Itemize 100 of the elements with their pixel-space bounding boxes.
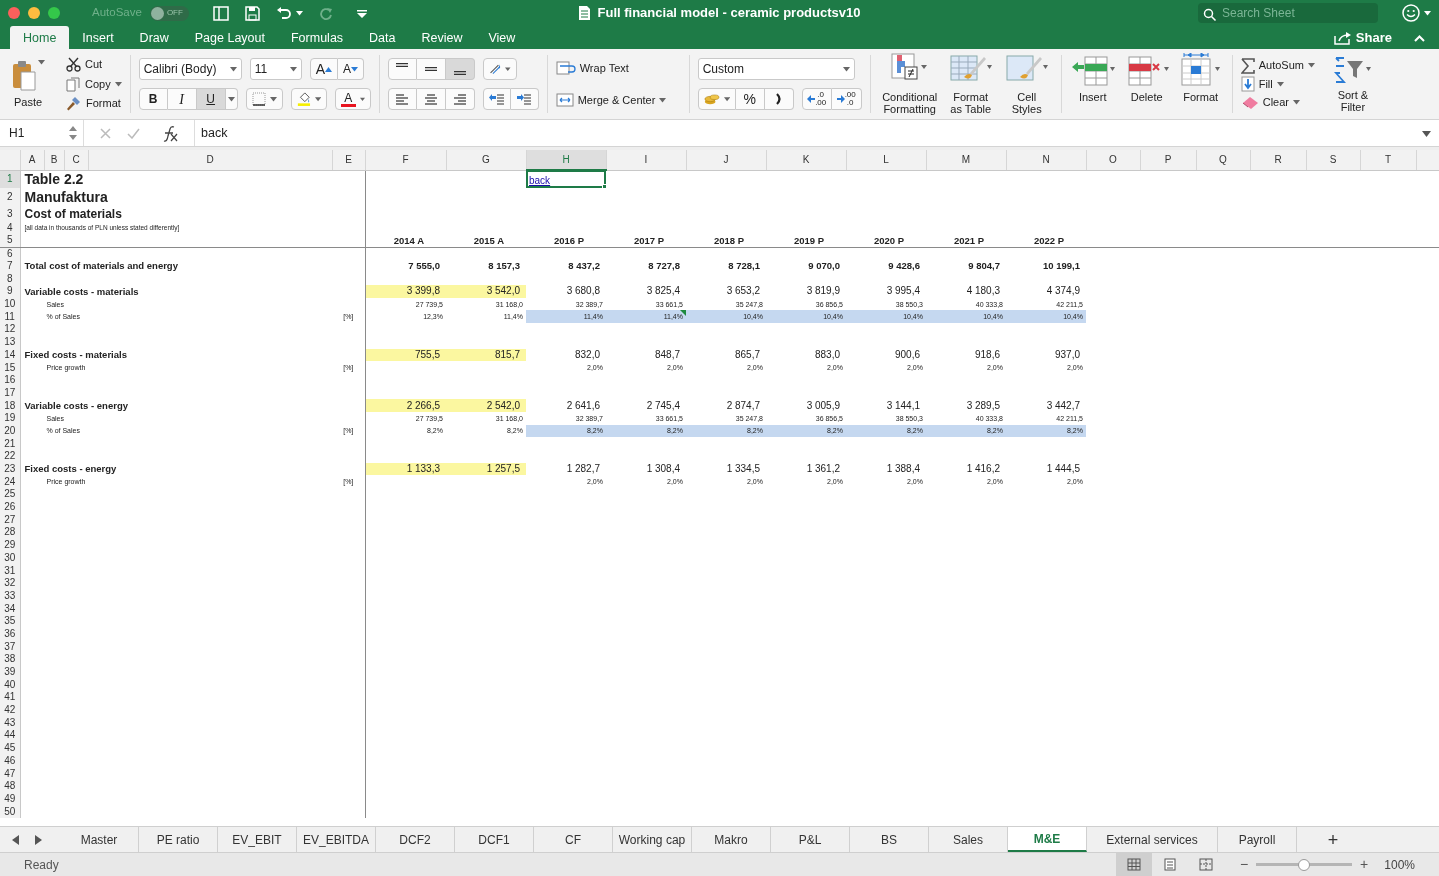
currency-button[interactable] bbox=[697, 88, 736, 110]
ribbon-tab[interactable]: View bbox=[475, 26, 529, 49]
add-sheet-button[interactable]: + bbox=[1313, 827, 1353, 852]
clear-button[interactable]: Clear bbox=[1240, 94, 1315, 111]
copy-button[interactable]: Copy bbox=[66, 75, 122, 93]
increase-decimal-button[interactable]: .0 .00 bbox=[801, 88, 832, 110]
decrease-decimal-button[interactable]: .00 .0 bbox=[831, 88, 862, 110]
column-header[interactable]: L bbox=[846, 150, 926, 170]
bold-button[interactable]: B bbox=[138, 88, 168, 110]
smiley-icon[interactable] bbox=[1402, 4, 1420, 22]
normal-view-button[interactable] bbox=[1115, 853, 1152, 876]
column-header[interactable]: C bbox=[64, 150, 88, 170]
back-link[interactable]: back bbox=[526, 174, 551, 186]
comma-style-button[interactable] bbox=[764, 88, 794, 110]
font-size-field[interactable]: 11 bbox=[249, 58, 302, 80]
underline-button[interactable]: U bbox=[196, 88, 226, 110]
align-right-button[interactable] bbox=[445, 88, 475, 110]
sheet-tab[interactable]: M&E bbox=[1008, 827, 1087, 852]
column-header[interactable]: O bbox=[1086, 150, 1140, 170]
align-left-button[interactable] bbox=[387, 88, 417, 110]
ribbon-tab[interactable]: Home bbox=[10, 26, 70, 49]
row-header[interactable]: 4 bbox=[0, 222, 20, 234]
sidebar-icon[interactable] bbox=[212, 6, 229, 22]
column-header[interactable]: A bbox=[20, 150, 44, 170]
column-header[interactable]: S bbox=[1306, 150, 1360, 170]
fill-color-button[interactable] bbox=[290, 88, 327, 110]
zoom-window-button[interactable] bbox=[48, 7, 60, 19]
column-header[interactable]: T bbox=[1360, 150, 1416, 170]
name-box[interactable]: H1 bbox=[0, 120, 84, 146]
number-format-field[interactable]: Custom bbox=[697, 58, 855, 80]
percent-button[interactable]: % bbox=[735, 88, 765, 110]
row-header[interactable]: 18 bbox=[0, 399, 20, 412]
format-as-table-button[interactable]: Format as Table bbox=[944, 53, 997, 115]
customize-toolbar-icon[interactable] bbox=[356, 9, 367, 18]
ribbon-tab[interactable]: Insert bbox=[69, 26, 127, 49]
increase-font-size-button[interactable]: A bbox=[309, 58, 339, 80]
zoom-in-button[interactable]: + bbox=[1360, 854, 1369, 875]
orientation-button[interactable] bbox=[482, 58, 517, 80]
top-align-button[interactable] bbox=[387, 58, 417, 80]
selected-cell[interactable]: back bbox=[526, 170, 606, 188]
ribbon-tab[interactable]: Draw bbox=[126, 26, 182, 49]
ribbon-tab[interactable]: Review bbox=[408, 26, 476, 49]
ribbon-tab[interactable]: Formulas bbox=[278, 26, 357, 49]
column-header[interactable]: N bbox=[1006, 150, 1086, 170]
row-header[interactable]: 38 bbox=[0, 653, 20, 666]
search-field[interactable]: Search Sheet bbox=[1198, 3, 1378, 23]
ribbon-tab[interactable]: Data bbox=[356, 26, 409, 49]
row-header[interactable]: 50 bbox=[0, 805, 20, 818]
column-header[interactable]: Q bbox=[1196, 150, 1250, 170]
sort-filter-button[interactable]: Sort & Filter bbox=[1330, 55, 1375, 113]
center-button[interactable] bbox=[416, 88, 446, 110]
column-header[interactable]: E bbox=[332, 150, 365, 170]
wrap-text-button[interactable]: Wrap Text bbox=[555, 59, 681, 76]
column-header[interactable]: K bbox=[766, 150, 846, 170]
column-header[interactable]: D bbox=[88, 150, 332, 170]
row-header[interactable]: 28 bbox=[0, 526, 20, 539]
column-header[interactable]: J bbox=[686, 150, 766, 170]
row-header[interactable]: 40 bbox=[0, 678, 20, 692]
cut-button[interactable]: Cut bbox=[66, 56, 122, 73]
delete-cells-button[interactable]: Delete bbox=[1123, 53, 1170, 115]
row-header[interactable]: 9 bbox=[0, 285, 20, 298]
column-header[interactable]: P bbox=[1140, 150, 1196, 170]
zoom-out-button[interactable]: − bbox=[1239, 854, 1249, 875]
row-header[interactable]: 21 bbox=[0, 437, 20, 450]
undo-icon[interactable] bbox=[275, 6, 292, 20]
zoom-slider-thumb[interactable] bbox=[1298, 858, 1311, 871]
row-header[interactable]: 43 bbox=[0, 716, 20, 730]
increase-indent-button[interactable] bbox=[510, 88, 539, 110]
scroll-left-icon[interactable] bbox=[12, 834, 19, 845]
enter-check-icon[interactable] bbox=[127, 127, 140, 139]
paste-button[interactable]: Paste bbox=[6, 60, 50, 108]
row-header[interactable]: 47 bbox=[0, 767, 20, 780]
row-header[interactable]: 25 bbox=[0, 488, 20, 501]
column-header[interactable]: F bbox=[365, 150, 446, 170]
font-name-field[interactable]: Calibri (Body) bbox=[138, 58, 242, 80]
share-button[interactable]: Share bbox=[1327, 26, 1398, 49]
scroll-right-icon[interactable] bbox=[35, 834, 42, 845]
format-cells-button[interactable]: Format bbox=[1177, 53, 1224, 115]
column-header[interactable]: G bbox=[446, 150, 526, 170]
save-icon[interactable] bbox=[244, 6, 260, 22]
row-header[interactable]: 24 bbox=[0, 475, 20, 489]
column-header[interactable]: I bbox=[606, 150, 686, 170]
expand-formula-bar-icon[interactable] bbox=[1422, 130, 1431, 137]
formula-field[interactable]: back bbox=[201, 123, 228, 143]
row-header[interactable]: 2 bbox=[0, 188, 20, 206]
fill-button[interactable]: Fill bbox=[1240, 75, 1315, 93]
borders-button[interactable] bbox=[245, 88, 283, 110]
merge-center-button[interactable]: Merge & Center bbox=[555, 92, 681, 109]
middle-align-button[interactable] bbox=[416, 58, 446, 80]
format-painter-button[interactable]: Format bbox=[66, 95, 122, 112]
font-color-button[interactable]: A bbox=[334, 88, 371, 110]
row-header[interactable]: 12 bbox=[0, 323, 20, 336]
autosave-toggle[interactable]: OFF bbox=[149, 5, 189, 21]
conditional-formatting-button[interactable]: Conditional Formatting bbox=[878, 53, 941, 115]
row-header[interactable]: 41 bbox=[0, 691, 20, 704]
row-header[interactable]: 11 bbox=[0, 310, 20, 324]
row-header[interactable]: 22 bbox=[0, 450, 20, 463]
insert-cells-button[interactable]: Insert bbox=[1069, 53, 1116, 115]
row-header[interactable]: 44 bbox=[0, 729, 20, 742]
autosum-button[interactable]: AutoSum bbox=[1240, 57, 1315, 74]
